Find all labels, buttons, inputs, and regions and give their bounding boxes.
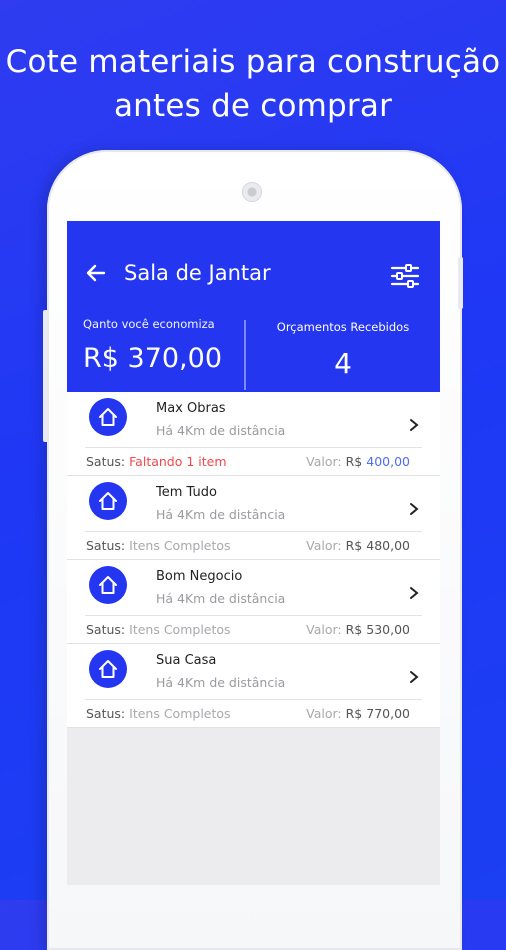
sliders-icon (390, 264, 420, 288)
list-item[interactable]: Sua Casa Há 4Km de distância Satus: Iten… (67, 644, 440, 728)
phone-side-button-left (43, 310, 48, 442)
store-name: Max Obras (156, 401, 226, 416)
store-status: Satus: Itens Completos (86, 622, 231, 637)
price-currency: R$ (345, 622, 363, 637)
store-price: Valor: R$ 770,00 (306, 706, 410, 721)
price-currency: R$ (345, 454, 363, 469)
row-divider (85, 531, 422, 532)
store-price: Valor: R$ 400,00 (306, 454, 410, 469)
price-currency: R$ (345, 706, 363, 721)
price-label: Valor: (306, 538, 342, 553)
chevron-right-icon (410, 671, 419, 683)
store-avatar (89, 566, 127, 604)
price-currency: R$ (345, 538, 363, 553)
home-icon (99, 576, 117, 594)
savings-value: R$ 370,00 (83, 343, 222, 374)
price-value: 480,00 (366, 538, 410, 553)
quotes-label: Orçamentos Recebidos (276, 320, 410, 334)
price-label: Valor: (306, 622, 342, 637)
store-name: Tem Tudo (156, 485, 217, 500)
store-distance: Há 4Km de distância (156, 675, 286, 690)
phone-side-button-right (458, 257, 463, 309)
store-avatar (89, 398, 127, 436)
row-divider (85, 447, 422, 448)
row-divider (85, 699, 422, 700)
status-value: Itens Completos (129, 538, 231, 553)
store-avatar (89, 650, 127, 688)
store-list: Max Obras Há 4Km de distância Satus: Fal… (67, 392, 440, 728)
store-distance: Há 4Km de distância (156, 591, 286, 606)
headline-line-1: Cote materiais para construção (5, 44, 501, 80)
status-label: Satus: (86, 622, 126, 637)
store-status: Satus: Faltando 1 item (86, 454, 227, 469)
app-bar: Sala de Jantar Qanto você economiza R$ 3… (67, 221, 440, 392)
status-value: Faltando 1 item (129, 454, 227, 469)
arrow-left-icon (86, 264, 106, 282)
home-icon (99, 660, 117, 678)
store-distance: Há 4Km de distância (156, 423, 286, 438)
home-icon (99, 492, 117, 510)
list-item[interactable]: Max Obras Há 4Km de distância Satus: Fal… (67, 392, 440, 476)
price-value: 530,00 (366, 622, 410, 637)
status-value: Itens Completos (129, 622, 231, 637)
price-label: Valor: (306, 454, 342, 469)
chevron-right-icon (410, 503, 419, 515)
status-label: Satus: (86, 454, 126, 469)
price-label: Valor: (306, 706, 342, 721)
store-status: Satus: Itens Completos (86, 538, 231, 553)
home-icon (99, 408, 117, 426)
promo-headline: Cote materiais para construção antes de … (0, 40, 506, 128)
back-button[interactable] (85, 259, 107, 287)
store-name: Sua Casa (156, 653, 217, 668)
status-value: Itens Completos (129, 706, 231, 721)
price-value: 400,00 (366, 454, 410, 469)
store-status: Satus: Itens Completos (86, 706, 231, 721)
chevron-right-icon (410, 419, 419, 431)
savings-label: Qanto você economiza (83, 317, 215, 331)
list-item[interactable]: Tem Tudo Há 4Km de distância Satus: Iten… (67, 476, 440, 560)
row-divider (85, 615, 422, 616)
store-name: Bom Negocio (156, 569, 243, 584)
store-price: Valor: R$ 530,00 (306, 622, 410, 637)
chevron-right-icon (410, 587, 419, 599)
quotes-count: 4 (334, 347, 352, 380)
status-label: Satus: (86, 538, 126, 553)
status-label: Satus: (86, 706, 126, 721)
store-price: Valor: R$ 480,00 (306, 538, 410, 553)
headline-line-2: antes de comprar (113, 88, 393, 124)
filter-button[interactable] (389, 263, 421, 289)
store-distance: Há 4Km de distância (156, 507, 286, 522)
phone-camera (242, 182, 262, 202)
page-title: Sala de Jantar (124, 261, 271, 285)
store-avatar (89, 482, 127, 520)
price-value: 770,00 (366, 706, 410, 721)
list-item[interactable]: Bom Negocio Há 4Km de distância Satus: I… (67, 560, 440, 644)
app-screen: Sala de Jantar Qanto você economiza R$ 3… (67, 221, 440, 885)
